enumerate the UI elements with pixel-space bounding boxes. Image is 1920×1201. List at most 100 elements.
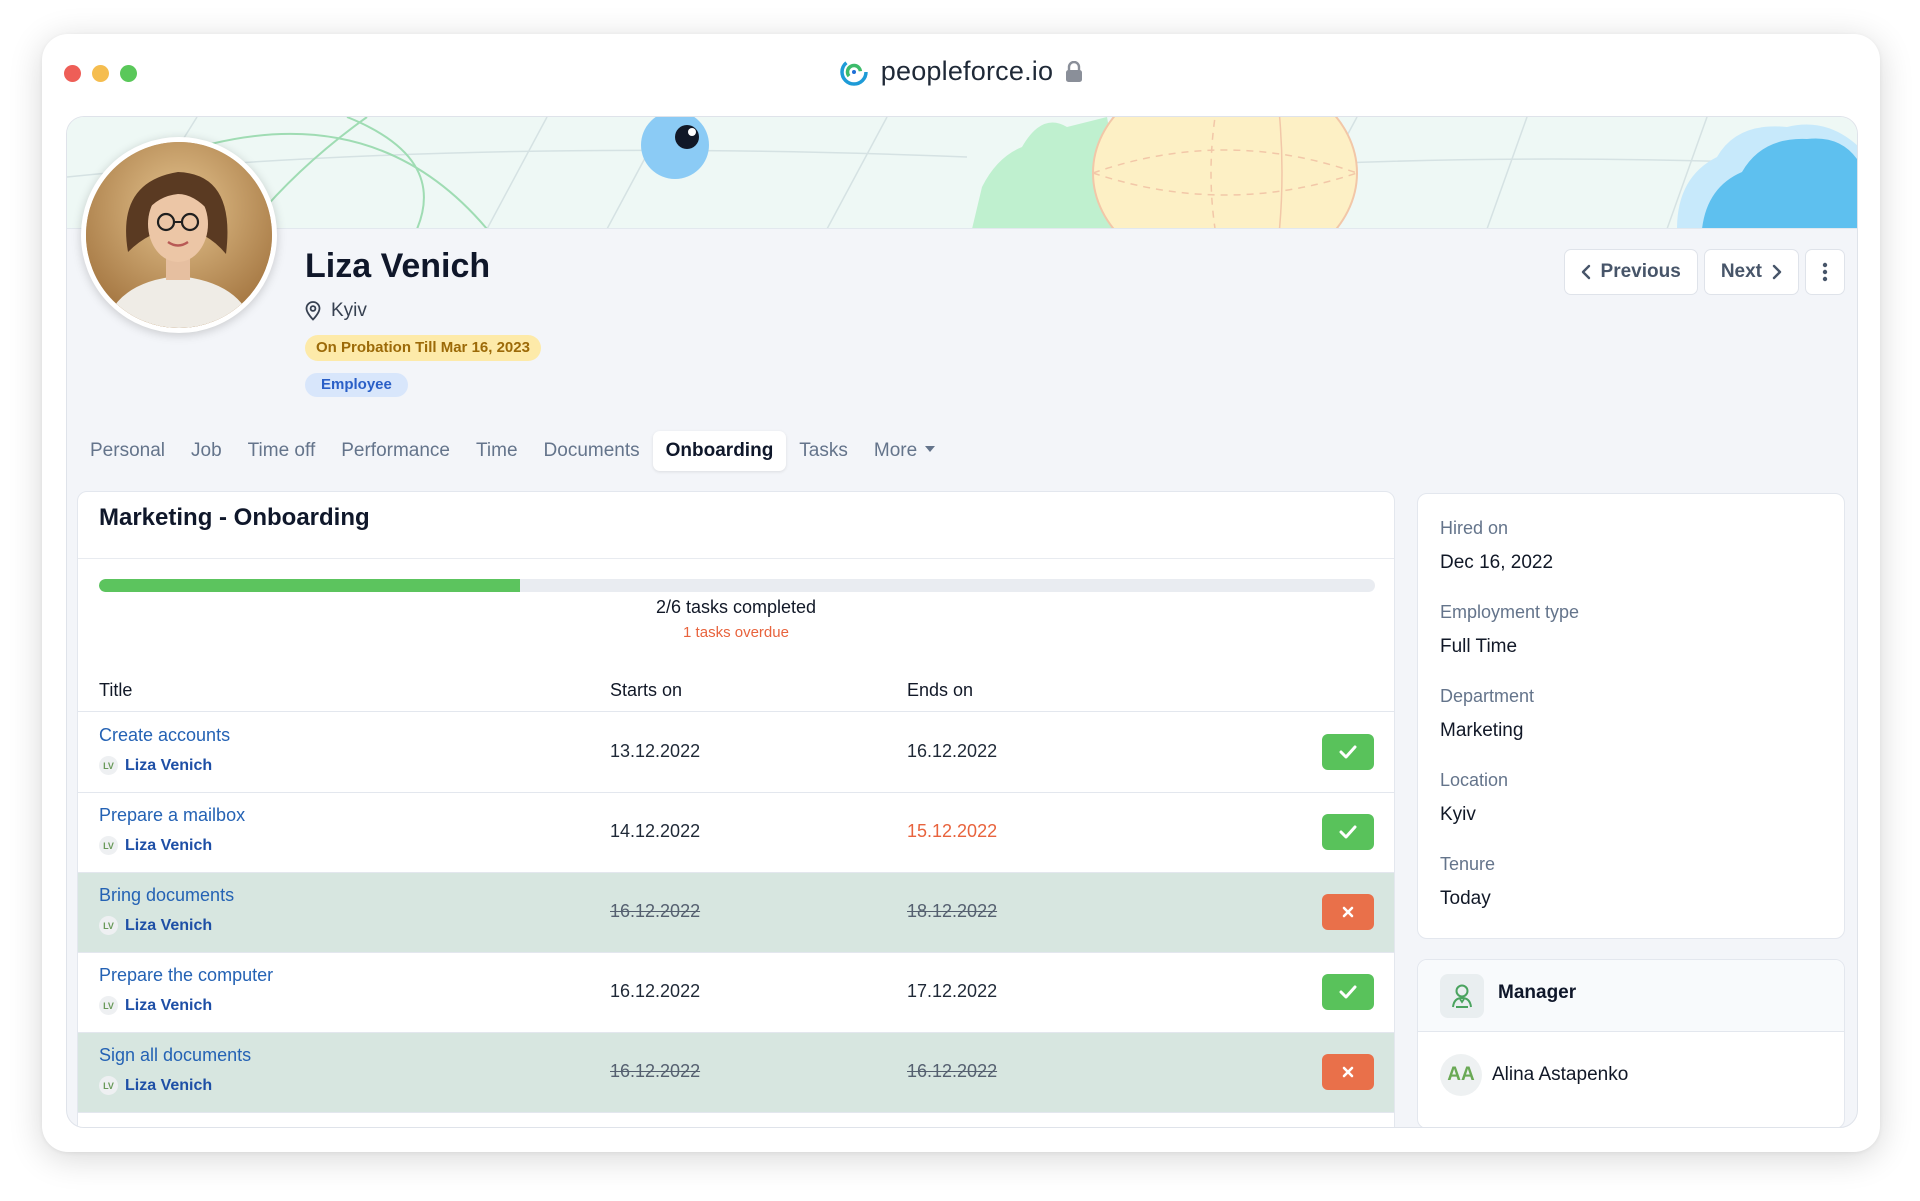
probation-badge: On Probation Till Mar 16, 2023	[305, 335, 541, 361]
info-employment-type: Employment type Full Time	[1440, 602, 1579, 658]
profile-navigation: Previous Next	[1563, 249, 1845, 295]
tenure-value: Today	[1440, 888, 1491, 909]
peopleforce-logo-icon	[840, 57, 868, 86]
next-button[interactable]: Next	[1703, 249, 1799, 295]
task-end-date: 16.12.2022	[907, 741, 998, 761]
assignee-name: Liza Venich	[125, 756, 213, 774]
tab-job[interactable]: Job	[178, 431, 235, 471]
task-title-link[interactable]: Prepare a mailbox	[99, 805, 245, 826]
table-row: Create accounts LV Liza Venich 13.12.202…	[78, 713, 1394, 793]
task-title-link[interactable]: Prepare the computer	[99, 965, 273, 986]
manager-card: Manager AA Alina Astapenko	[1417, 959, 1845, 1127]
check-icon	[1339, 985, 1357, 999]
onboarding-card: Marketing - Onboarding 2/6 tasks complet…	[77, 491, 1395, 1127]
location-value: Kyiv	[1440, 804, 1476, 825]
title-bar: peopleforce.io	[42, 34, 1880, 116]
tab-time[interactable]: Time	[463, 431, 531, 471]
assignee-name: Liza Venich	[125, 996, 213, 1014]
tab-documents[interactable]: Documents	[531, 431, 653, 471]
task-assignee[interactable]: LV Liza Venich	[99, 836, 212, 855]
tab-time-off[interactable]: Time off	[235, 431, 329, 471]
progress-bar-fill	[99, 579, 521, 592]
map-pin-icon	[305, 301, 321, 321]
tab-personal[interactable]: Personal	[77, 431, 178, 471]
task-complete-button[interactable]	[1322, 974, 1374, 1010]
task-end-date: 17.12.2022	[907, 981, 998, 1001]
column-header-starts: Starts on	[610, 680, 683, 700]
employment-type-value: Full Time	[1440, 636, 1518, 657]
manager-card-header: Manager	[1418, 960, 1844, 1032]
profile-avatar	[81, 137, 277, 333]
task-start-date: 16.12.2022	[610, 1061, 701, 1081]
chevron-left-icon	[1581, 264, 1590, 280]
manager-avatar[interactable]: AA	[1440, 1054, 1482, 1096]
assignee-avatar: LV	[99, 996, 118, 1015]
table-row: Prepare the computer LV Liza Venich 16.1…	[78, 953, 1394, 1033]
tab-more-label: More	[873, 440, 918, 461]
lock-icon	[1066, 60, 1083, 82]
tab-onboarding[interactable]: Onboarding	[652, 431, 787, 471]
location-label: Location	[1440, 770, 1509, 790]
assignee-avatar: LV	[99, 756, 118, 775]
progress-text: 2/6 tasks completed	[655, 597, 817, 617]
chevron-down-icon	[925, 445, 936, 452]
check-icon	[1339, 745, 1357, 759]
url-text: peopleforce.io	[880, 56, 1054, 86]
task-assignee[interactable]: LV Liza Venich	[99, 1076, 212, 1095]
department-label: Department	[1440, 686, 1535, 706]
task-assignee[interactable]: LV Liza Venich	[99, 756, 212, 775]
divider	[78, 558, 1394, 559]
task-end-date: 18.12.2022	[907, 901, 998, 921]
info-hired: Hired on Dec 16, 2022	[1440, 518, 1553, 574]
onboarding-title: Marketing - Onboarding	[99, 504, 370, 531]
task-start-date: 16.12.2022	[610, 901, 701, 921]
assignee-name: Liza Venich	[125, 1076, 213, 1094]
task-assignee[interactable]: LV Liza Venich	[99, 916, 212, 935]
more-actions-button[interactable]	[1805, 249, 1845, 295]
check-icon	[1339, 825, 1357, 839]
task-title-link[interactable]: Create accounts	[99, 725, 230, 746]
close-icon	[1342, 906, 1354, 918]
manager-icon	[1440, 974, 1484, 1018]
hired-value: Dec 16, 2022	[1440, 552, 1554, 573]
address-bar[interactable]: peopleforce.io	[42, 56, 1880, 96]
task-complete-button[interactable]	[1322, 814, 1374, 850]
employment-details-card: Hired on Dec 16, 2022 Employment type Fu…	[1417, 493, 1845, 939]
task-complete-button[interactable]	[1322, 734, 1374, 770]
assignee-avatar: LV	[99, 1076, 118, 1095]
profile-location-text: Kyiv	[331, 300, 367, 321]
overdue-text: 1 tasks overdue	[683, 624, 789, 641]
task-assignee[interactable]: LV Liza Venich	[99, 996, 212, 1015]
browser-window: peopleforce.io Liza Venich Kyiv On Proba…	[42, 34, 1880, 1152]
assignee-name: Liza Venich	[125, 916, 213, 934]
task-end-date: 16.12.2022	[907, 1061, 998, 1081]
assignee-avatar: LV	[99, 916, 118, 935]
task-start-date: 14.12.2022	[610, 821, 701, 841]
tab-performance[interactable]: Performance	[328, 431, 463, 471]
assignee-avatar: LV	[99, 836, 118, 855]
hired-label: Hired on	[1440, 518, 1509, 538]
profile-location: Kyiv	[305, 300, 367, 322]
manager-name[interactable]: Alina Astapenko	[1492, 1064, 1628, 1086]
employee-type-badge: Employee	[305, 373, 408, 397]
progress-bar	[99, 579, 1375, 592]
app-content: Liza Venich Kyiv On Probation Till Mar 1…	[66, 116, 1858, 1128]
task-cancelled-button[interactable]	[1322, 894, 1374, 930]
task-cancelled-button[interactable]	[1322, 1054, 1374, 1090]
tab-tasks[interactable]: Tasks	[786, 431, 861, 471]
next-button-label: Next	[1720, 261, 1762, 282]
info-tenure: Tenure Today	[1440, 854, 1495, 910]
table-row: Sign all documents LV Liza Venich 16.12.…	[78, 1033, 1394, 1113]
table-row: Bring documents LV Liza Venich 16.12.202…	[78, 873, 1394, 953]
profile-tabs: Personal Job Time off Performance Time D…	[77, 431, 948, 471]
employment-type-label: Employment type	[1440, 602, 1580, 622]
department-value: Marketing	[1440, 720, 1524, 741]
profile-name: Liza Venich	[305, 247, 491, 285]
tab-more[interactable]: More	[861, 431, 948, 471]
task-title-link[interactable]: Sign all documents	[99, 1045, 251, 1066]
column-header-ends: Ends on	[907, 680, 974, 700]
profile-cover-banner	[67, 117, 1857, 229]
previous-button[interactable]: Previous	[1563, 249, 1698, 295]
task-title-link[interactable]: Bring documents	[99, 885, 234, 906]
close-icon	[1342, 1066, 1354, 1078]
